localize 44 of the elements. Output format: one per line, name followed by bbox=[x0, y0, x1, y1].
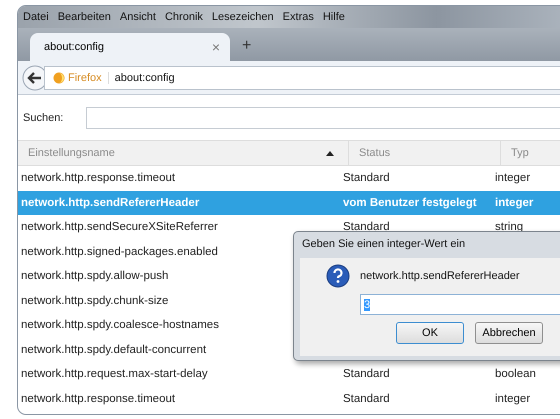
table-cell-text: Standard bbox=[343, 368, 391, 380]
table-cell: integer bbox=[495, 172, 530, 184]
table-cell-text: Standard bbox=[343, 172, 391, 184]
browser-tab[interactable]: about:config × bbox=[30, 33, 230, 61]
close-icon[interactable]: × bbox=[212, 39, 220, 55]
table-cell: integer bbox=[495, 196, 534, 209]
input-value: 3 bbox=[364, 298, 370, 310]
table-cell-text: network.http.response.timeout bbox=[20, 172, 176, 184]
search-label: Suchen: bbox=[23, 112, 64, 124]
globe-icon bbox=[53, 72, 65, 84]
search-field[interactable] bbox=[86, 106, 560, 128]
dialog-button[interactable]: OK bbox=[396, 322, 464, 344]
table-cell-text: Standard bbox=[343, 221, 391, 234]
menu-item[interactable]: Hilfe bbox=[322, 11, 345, 23]
table-cell-text: network.http.sendSecureXSiteReferrer bbox=[20, 221, 219, 234]
table-row[interactable]: network.http.request.max-start-delay Standard boolean bbox=[18, 362, 560, 386]
table-cell-text: network.http.sendRefererHeader bbox=[20, 196, 200, 209]
dialog-title: Geben Sie einen integer-Wert ein bbox=[301, 237, 466, 252]
table-cell-text: network.http.request.max-start-delay bbox=[20, 368, 209, 380]
table-cell: integer bbox=[495, 392, 530, 405]
menu-item[interactable]: Datei bbox=[23, 11, 49, 23]
address-bar[interactable]: Firefox about:config bbox=[44, 66, 560, 90]
menu-item[interactable]: Ansicht bbox=[120, 11, 156, 23]
new-tab-button[interactable]: + bbox=[242, 37, 252, 55]
dialog-prompt: network.http.sendRefererHeader bbox=[360, 270, 520, 282]
table-cell-text: network.http.response.timeout bbox=[20, 392, 176, 405]
table-cell: boolean bbox=[495, 368, 536, 380]
menu-item[interactable]: Extras bbox=[282, 11, 314, 23]
table-row[interactable]: network.http.response.timeout Standard integer bbox=[18, 166, 560, 190]
identity-label: Firefox bbox=[68, 72, 109, 84]
table-cell-text: Standard bbox=[343, 392, 391, 405]
table-cell-text: network.http.spdy.default-concurrent bbox=[20, 344, 208, 356]
menu-item[interactable]: Bearbeiten bbox=[58, 11, 111, 23]
url-text: about:config bbox=[114, 72, 175, 84]
menu-item[interactable]: Lesezeichen bbox=[212, 11, 274, 23]
table-row[interactable]: network.http.response.timeout Standard integer bbox=[18, 386, 560, 411]
column-title: Einstellungsname bbox=[28, 147, 115, 159]
column-title: Status bbox=[359, 147, 390, 159]
table-cell-text: vom Benutzer festgelegt bbox=[343, 196, 478, 209]
dialog-button[interactable]: Abbrechen bbox=[475, 322, 543, 344]
menu-item[interactable]: Chronik bbox=[164, 11, 203, 23]
question-icon bbox=[326, 264, 350, 288]
column-title: Typ bbox=[511, 147, 529, 159]
tab-title: about:config bbox=[44, 41, 104, 53]
